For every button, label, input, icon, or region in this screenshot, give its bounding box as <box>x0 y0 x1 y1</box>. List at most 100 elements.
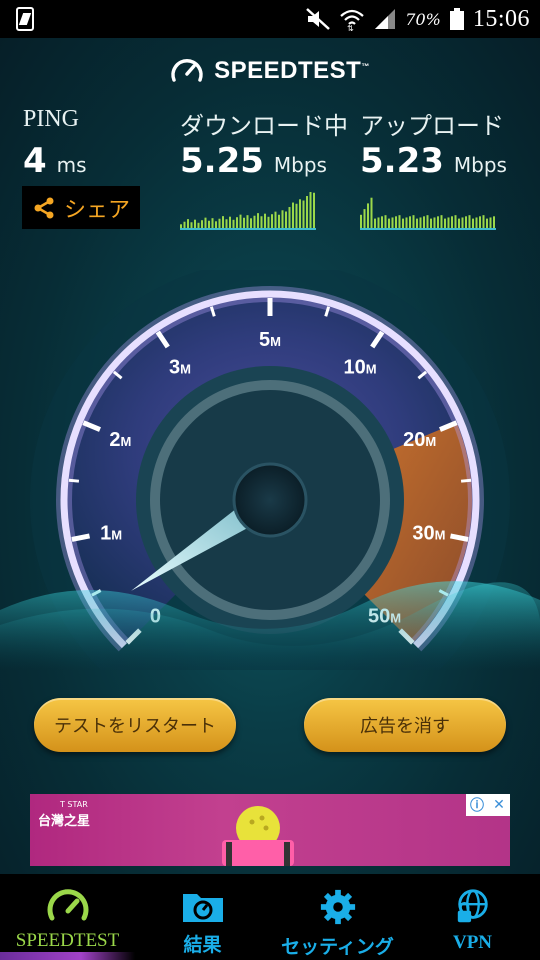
share-button[interactable]: シェア <box>22 186 140 229</box>
sparkline-bar <box>454 215 457 230</box>
info-icon[interactable]: ⓘ <box>466 794 488 816</box>
upload-value: 5.23 <box>360 141 444 181</box>
gauge-hub <box>232 462 308 538</box>
battery-percent: 70% <box>405 9 441 29</box>
nav-results[interactable]: 結果 <box>135 874 270 960</box>
sparkline-bar <box>381 216 383 230</box>
close-icon[interactable]: ✕ <box>488 794 510 816</box>
ad-controls: ⓘ ✕ <box>466 794 510 816</box>
sparkline-bar <box>246 215 249 230</box>
gauge-minor-tick <box>460 478 472 483</box>
sparkline-bar <box>440 215 443 230</box>
sparkline-bar <box>257 213 259 230</box>
sparkline-bar <box>306 196 308 230</box>
sparkline-bar <box>299 199 301 230</box>
sparkline-bar <box>468 215 471 230</box>
share-icon <box>34 197 54 218</box>
nav-vpn[interactable]: VPN <box>405 874 540 960</box>
bottom-navigation: SPEEDTEST 結果 セッティング VPN <box>0 874 540 960</box>
sparkline-bar <box>264 213 266 230</box>
sparkline-bar <box>384 215 387 230</box>
sparkline-bar <box>285 211 287 230</box>
app-title: SPEEDTEST™ <box>214 57 370 84</box>
ad-brand: 台灣之星 <box>38 814 91 829</box>
nav-vpn-label: VPN <box>452 932 493 953</box>
download-unit: Mbps <box>273 153 327 177</box>
sparkline-bar <box>302 200 305 230</box>
nav-settings[interactable]: セッティング <box>270 874 405 960</box>
sparkline-bar <box>395 216 397 230</box>
sparkline-bar <box>437 216 439 230</box>
sparkline-bar <box>274 211 277 230</box>
speedometer-icon <box>47 889 88 921</box>
upload-unit: Mbps <box>453 153 507 177</box>
speedtest-screen: SPEEDTEST™ PING 4 ms ダウンロード中 5.25 Mbps アップ… <box>0 38 540 874</box>
notification-icon <box>16 7 34 31</box>
speed-gauge: 01M2M3M5M10M20M30M50M <box>0 270 540 670</box>
sparkline-bar <box>271 214 273 230</box>
status-bar: ⇅ 70% 15:06 <box>0 0 540 38</box>
status-icons: ⇅ 70% 15:06 <box>305 0 530 38</box>
app-header: SPEEDTEST™ <box>0 56 540 86</box>
ad-banner[interactable]: T STAR 台灣之星 ⓘ ✕ <box>30 794 510 866</box>
sparkline-bar <box>239 214 242 230</box>
nav-speedtest[interactable]: SPEEDTEST <box>0 874 135 960</box>
sparkline-bar <box>281 210 284 230</box>
sparkline-bar <box>295 203 298 230</box>
nav-speedtest-label: SPEEDTEST <box>15 930 120 951</box>
upload-value-group: 5.23 Mbps <box>360 141 507 181</box>
speedometer-logo-icon <box>171 59 203 82</box>
ping-value-group: 4 ms <box>23 141 87 181</box>
sparkline-bar <box>479 216 481 230</box>
gauge-major-tick <box>449 533 469 542</box>
remove-ads-button[interactable]: 広告を消す <box>304 698 506 752</box>
vpn-lock-globe-icon <box>457 889 488 923</box>
upload-label: アップロード <box>360 114 504 140</box>
sparkline-bar <box>309 192 312 230</box>
sparkline-bar <box>278 214 280 230</box>
ad-brand-small: T STAR <box>60 800 88 809</box>
sparkline-bar <box>482 215 485 230</box>
results-folder-icon <box>182 894 223 922</box>
sparkline-bar <box>398 215 401 230</box>
nav-results-label: 結果 <box>183 935 222 956</box>
sparkline-bar <box>292 202 294 230</box>
sparkline-bar <box>465 216 467 230</box>
gear-icon <box>320 889 355 925</box>
wifi-icon: ⇅ <box>340 9 365 31</box>
download-value-group: 5.25 Mbps <box>180 141 327 181</box>
battery-icon <box>449 8 464 30</box>
sparkline-bar <box>260 216 263 230</box>
ping-unit: ms <box>56 153 87 177</box>
sparkline-bar <box>313 192 315 230</box>
nav-settings-label: セッティング <box>281 937 394 958</box>
sparkline-bar <box>253 215 256 230</box>
sparkline-bar <box>288 207 291 230</box>
ad-product-image <box>222 806 294 866</box>
sparkline-bar <box>360 214 362 230</box>
svg-text:⇅: ⇅ <box>347 24 354 31</box>
sparkline-bar <box>423 216 425 230</box>
gauge-major-tick <box>71 533 91 542</box>
sparkline-bar <box>409 216 411 230</box>
sparkline-bar <box>363 209 366 230</box>
sparkline-bar <box>493 216 495 230</box>
sparkline-bar <box>426 215 429 230</box>
upload-sparkline <box>360 197 496 230</box>
download-sparkline <box>180 192 316 230</box>
restart-test-button[interactable]: テストをリスタート <box>34 698 236 752</box>
share-label: シェア <box>63 197 130 223</box>
sparkline-bar <box>412 215 415 230</box>
download-value: 5.25 <box>180 141 264 181</box>
mute-icon <box>306 8 331 30</box>
sparkline-bar <box>370 197 373 230</box>
download-label: ダウンロード中 <box>180 114 348 140</box>
sparkline-bar <box>367 203 369 230</box>
clock: 15:06 <box>472 5 530 32</box>
ping-label: PING <box>23 106 80 132</box>
sparkline-bar <box>222 216 224 230</box>
sparkline-bar <box>451 216 453 230</box>
gauge-minor-tick <box>68 478 80 483</box>
ping-value: 4 <box>23 141 47 181</box>
signal-icon <box>375 9 396 29</box>
